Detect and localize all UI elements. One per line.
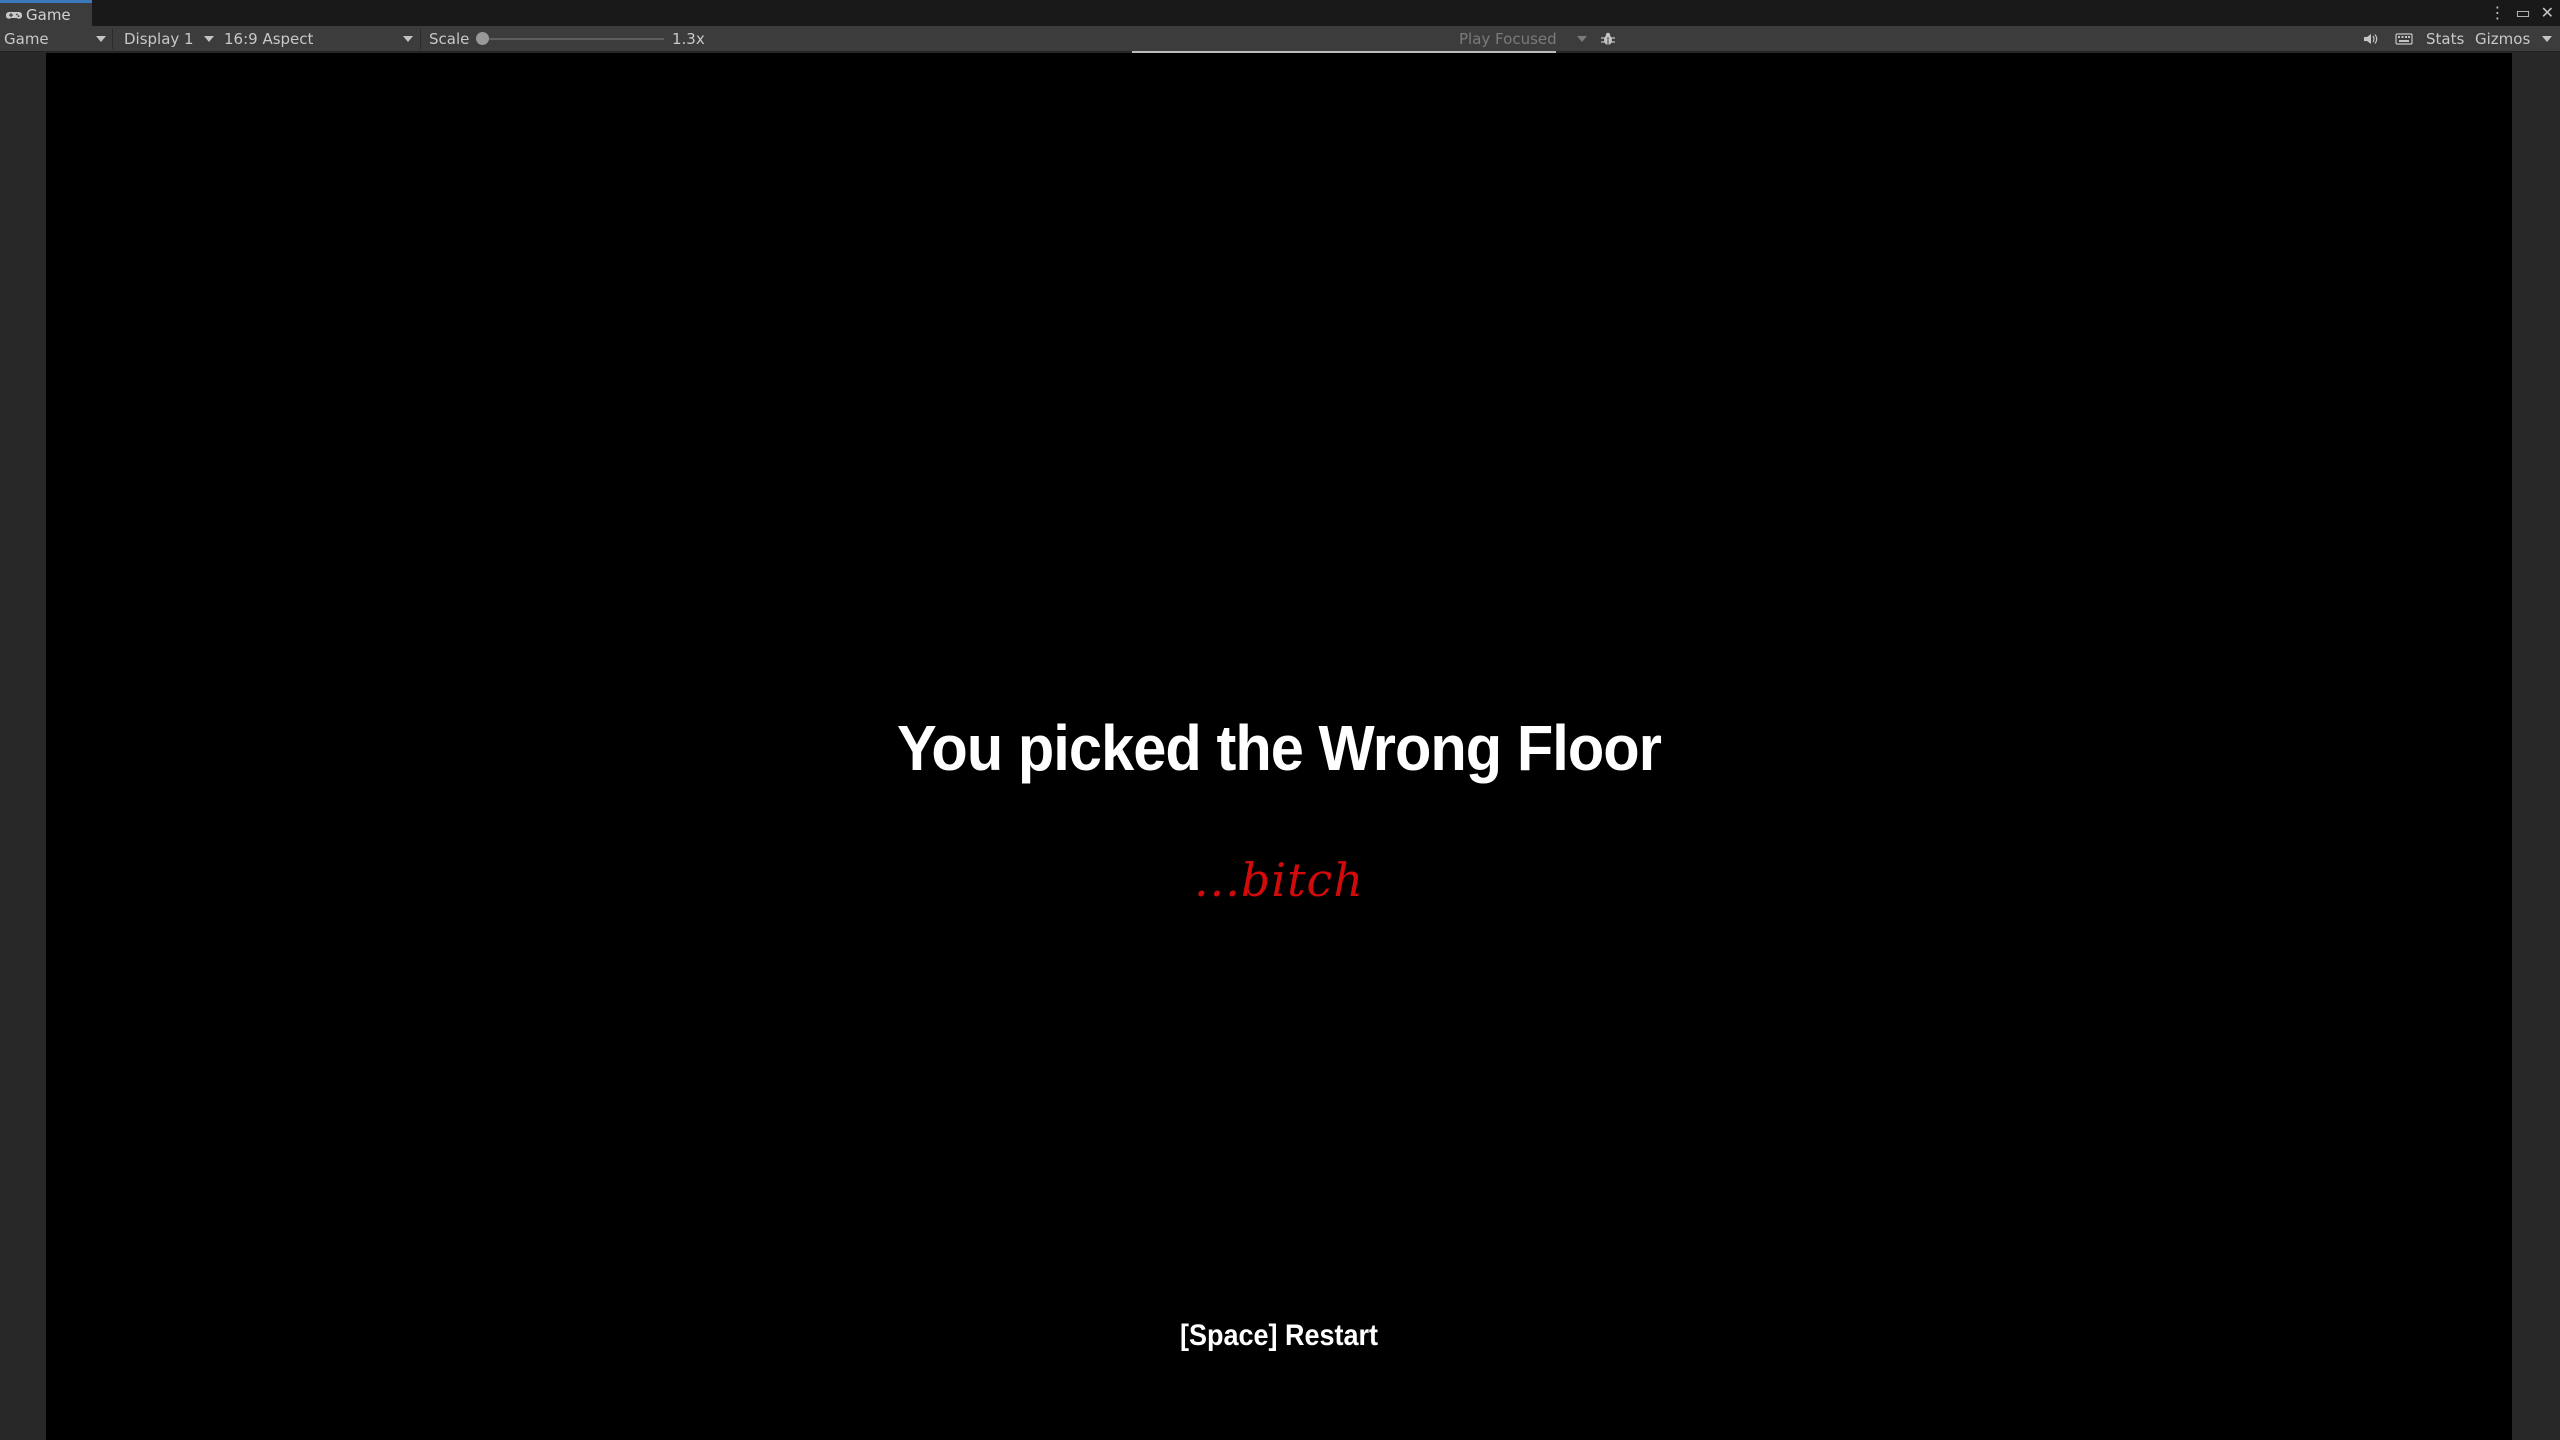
- stats-button[interactable]: Stats: [2426, 26, 2464, 52]
- restart-hint: [Space] Restart: [1179, 1319, 1379, 1352]
- mute-audio-button[interactable]: [2362, 26, 2380, 52]
- aspect-label: 16:9 Aspect: [224, 30, 314, 48]
- gizmos-chevron-down-icon[interactable]: [2542, 36, 2552, 42]
- gizmos-label: Gizmos: [2475, 30, 2531, 48]
- scale-value: 1.3x: [672, 30, 705, 48]
- unity-game-window: Game ⋮ ▭ ✕ Game Display 1 16:9 Aspect Sc…: [0, 0, 2560, 1440]
- tab-label: Game: [26, 5, 71, 24]
- game-over-title: You picked the Wrong Floor: [897, 712, 1662, 784]
- stats-label: Stats: [2426, 30, 2465, 48]
- game-toolbar: Game Display 1 16:9 Aspect Scale 1.3x Pl…: [0, 26, 2560, 52]
- view-mode-dropdown[interactable]: Game: [4, 26, 49, 52]
- play-mode-chevron-down-icon: [1577, 36, 1587, 42]
- tab-game[interactable]: Game: [0, 0, 92, 26]
- play-mode-dropdown[interactable]: Play Focused: [1459, 26, 1557, 52]
- keyboard-icon: [2395, 33, 2413, 45]
- view-mode-label: Game: [4, 30, 49, 48]
- tab-bar: Game ⋮ ▭ ✕: [0, 0, 2560, 26]
- toolbar-divider: [112, 29, 113, 49]
- close-icon[interactable]: ✕: [2541, 0, 2554, 26]
- speaker-icon: [2364, 34, 2378, 44]
- more-options-icon[interactable]: ⋮: [2489, 0, 2505, 26]
- window-controls: ⋮ ▭ ✕: [2489, 0, 2554, 26]
- display-chevron-down-icon: [204, 36, 214, 42]
- display-label: Display 1: [124, 30, 194, 48]
- bug-icon[interactable]: [1600, 26, 1616, 52]
- game-viewport[interactable]: You picked the Wrong Floor ...bitch [Spa…: [46, 53, 2512, 1440]
- scale-slider-track[interactable]: [482, 38, 664, 40]
- gamepad-icon: [6, 11, 22, 19]
- play-mode-label: Play Focused: [1459, 30, 1557, 48]
- debug-icon: [1601, 32, 1615, 45]
- game-over-subtitle: ...bitch: [1194, 853, 1364, 907]
- toolbar-divider: [420, 29, 421, 49]
- aspect-chevron-down-icon: [403, 36, 413, 42]
- aspect-dropdown[interactable]: 16:9 Aspect: [224, 26, 313, 52]
- maximize-icon[interactable]: ▭: [2515, 0, 2530, 26]
- scale-slider-handle[interactable]: [476, 32, 489, 45]
- display-dropdown[interactable]: Display 1: [124, 26, 194, 52]
- gizmos-button[interactable]: Gizmos: [2475, 26, 2530, 52]
- scale-label: Scale: [429, 30, 470, 48]
- view-mode-chevron-down-icon: [96, 36, 106, 42]
- shortcuts-button[interactable]: [2395, 26, 2413, 52]
